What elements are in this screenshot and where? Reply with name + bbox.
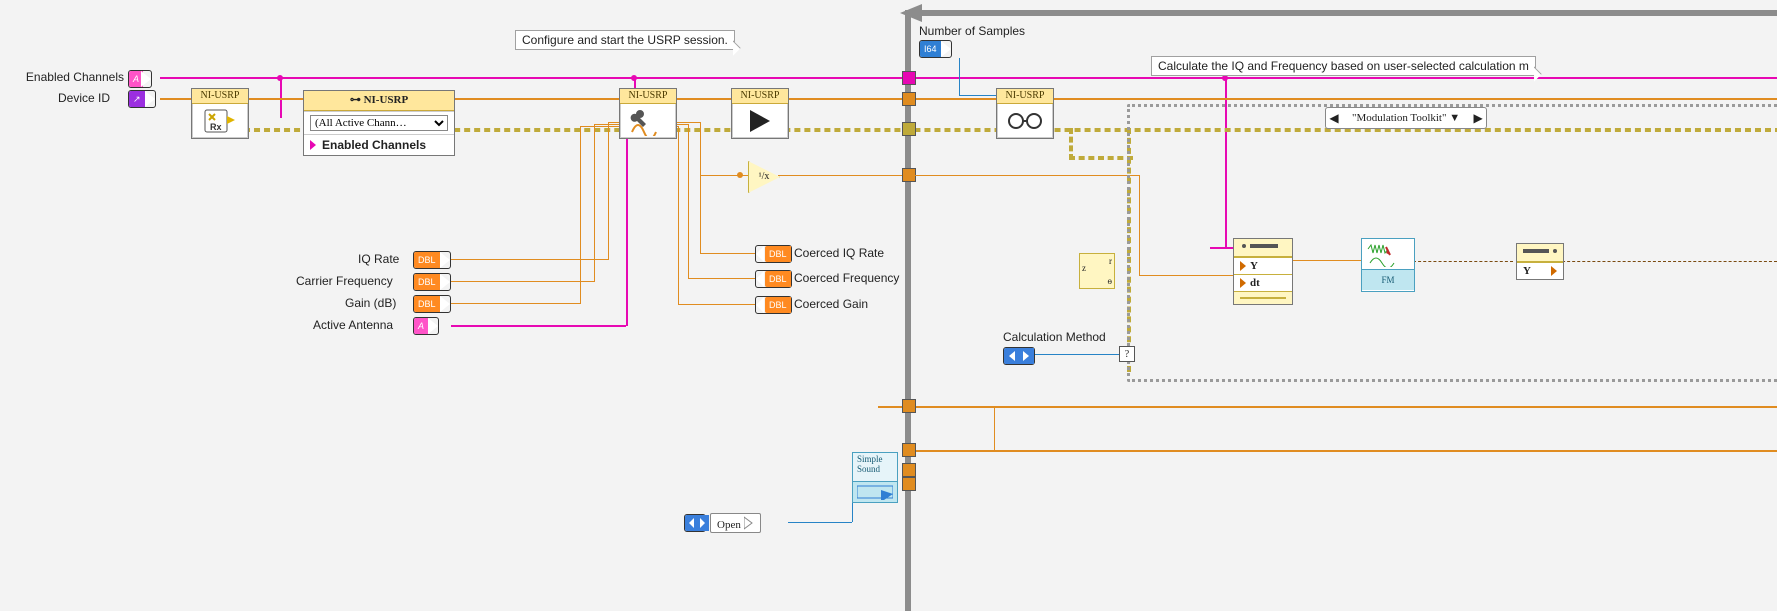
label-enabled-channels: Enabled Channels xyxy=(14,70,124,84)
usrp-property-node[interactable]: ⊶ NI-USRP (All Active Chann… Enabled Cha… xyxy=(303,90,455,156)
usrp-configure[interactable]: NI-USRP xyxy=(619,88,677,139)
label-carrier-frequency: Carrier Frequency xyxy=(296,274,393,288)
terminal-enabled-channels[interactable]: A xyxy=(128,70,152,88)
label-gain-db: Gain (dB) xyxy=(345,296,396,310)
comment-calculate: Calculate the IQ and Frequency based on … xyxy=(1151,56,1536,76)
comment-configure: Configure and start the USRP session. xyxy=(515,30,735,50)
glasses-icon xyxy=(1005,109,1045,133)
terminal-number-of-samples[interactable]: I64 xyxy=(919,40,952,58)
label-coerced-frequency: Coerced Frequency xyxy=(794,271,899,285)
fm-wave-icon xyxy=(1366,241,1410,267)
case-label[interactable]: "Modulation Toolkit" ▼ xyxy=(1342,112,1470,124)
unbundle-y[interactable]: Y xyxy=(1516,243,1564,280)
terminal-gain-db[interactable]: DBL xyxy=(413,295,451,313)
terminal-device-id[interactable]: ↗ xyxy=(128,90,156,108)
label-coerced-iq-rate: Coerced IQ Rate xyxy=(794,246,884,260)
indicator-coerced-iq-rate[interactable]: DBL xyxy=(755,245,792,263)
terminal-active-antenna[interactable]: A xyxy=(413,317,439,335)
label-calculation-method: Calculation Method xyxy=(1003,330,1106,344)
bundle-row-dt[interactable]: dt xyxy=(1234,274,1292,291)
bundle-footer-icon xyxy=(1240,295,1286,301)
bundle-by-name[interactable]: Y dt xyxy=(1233,238,1293,305)
label-number-of-samples: Number of Samples xyxy=(919,24,1025,38)
indicator-coerced-gain[interactable]: DBL xyxy=(755,296,792,314)
bundle-row-y[interactable]: Y xyxy=(1234,257,1292,274)
terminal-open-enum[interactable] xyxy=(684,514,706,532)
label-coerced-gain: Coerced Gain xyxy=(794,297,868,311)
case-next-button[interactable]: ▶ xyxy=(1470,108,1486,128)
enum-lr-icon xyxy=(689,518,705,528)
simple-sound-node[interactable]: SimpleSound xyxy=(852,452,898,503)
unbundle-hdr-icon xyxy=(1521,246,1559,256)
indicator-coerced-frequency[interactable]: DBL xyxy=(755,270,792,288)
bundle-hdr-icon xyxy=(1238,241,1288,251)
label-iq-rate: IQ Rate xyxy=(358,252,399,266)
pin-arrow-icon xyxy=(310,140,316,150)
fm-demod-node[interactable]: FM xyxy=(1361,238,1415,292)
usrp-open-rx[interactable]: NI-USRP Rx xyxy=(191,88,249,139)
case-selector[interactable]: ◀ "Modulation Toolkit" ▼ ▶ xyxy=(1325,107,1487,129)
case-selector-tunnel[interactable]: ? xyxy=(1119,346,1135,362)
label-active-antenna: Active Antenna xyxy=(313,318,393,332)
enum-open-value[interactable]: Open xyxy=(710,513,761,533)
unbundle-row-y[interactable]: Y xyxy=(1517,262,1563,279)
reciprocal-node[interactable]: ¹/x xyxy=(748,161,780,193)
wrench-sine-icon xyxy=(628,106,668,136)
enum-lr-icon xyxy=(1009,351,1029,361)
terminal-carrier-frequency[interactable]: DBL xyxy=(413,273,451,291)
complex-to-polar-node[interactable]: z r ɵ xyxy=(1079,253,1115,289)
svg-text:Rx: Rx xyxy=(210,122,222,132)
terminal-iq-rate[interactable]: DBL xyxy=(413,251,451,269)
usrp-property-dropdown[interactable]: (All Active Chann… xyxy=(310,115,448,131)
terminal-calculation-method[interactable] xyxy=(1003,347,1035,365)
rx-icon: Rx xyxy=(203,106,237,136)
chevron-right-icon xyxy=(744,515,754,531)
sound-arrow-icon xyxy=(857,484,893,500)
usrp-fetch[interactable]: NI-USRP xyxy=(996,88,1054,139)
play-icon xyxy=(746,108,774,134)
label-device-id: Device ID xyxy=(58,91,110,105)
case-prev-button[interactable]: ◀ xyxy=(1326,108,1342,128)
usrp-property-enabled-channels-row[interactable]: Enabled Channels xyxy=(304,134,454,155)
usrp-initiate[interactable]: NI-USRP xyxy=(731,88,789,139)
